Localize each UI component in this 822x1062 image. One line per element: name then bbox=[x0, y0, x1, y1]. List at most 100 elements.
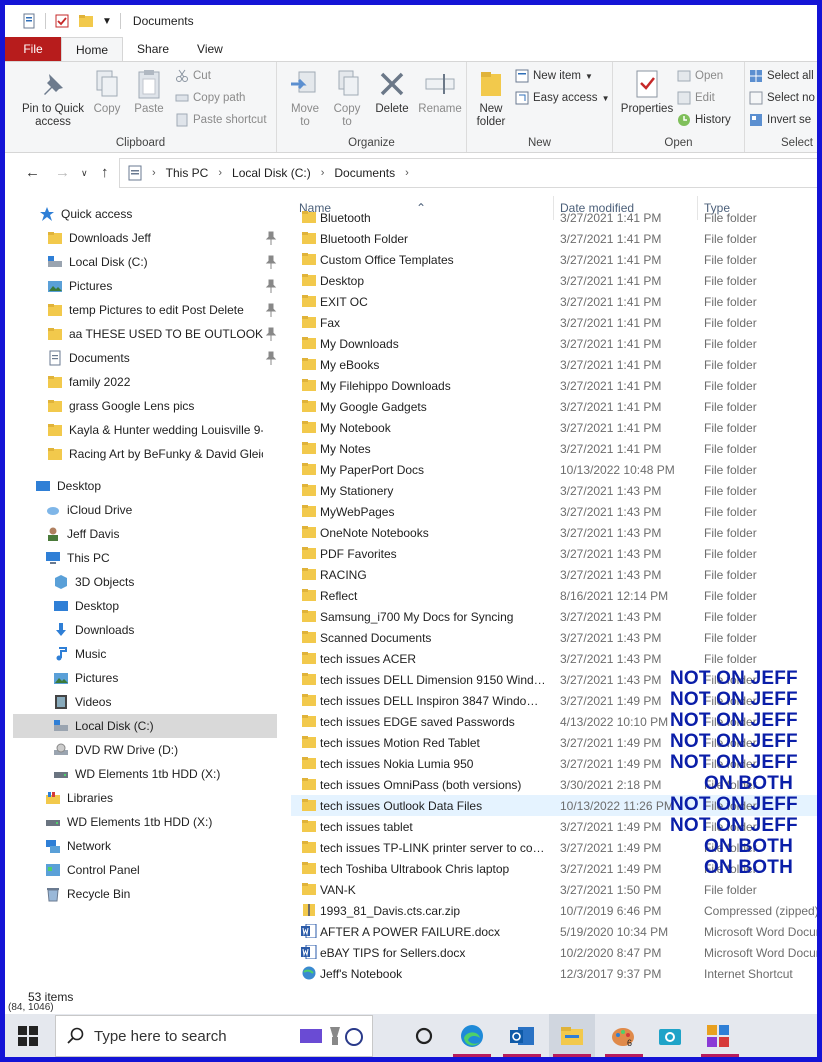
nav-item-wd-elements-1tb-hdd-x[interactable]: WD Elements 1tb HDD (X:) bbox=[53, 762, 281, 786]
copy-button[interactable]: Copy bbox=[87, 68, 127, 116]
file-row[interactable]: Desktop 3/27/2021 1:41 PM File folder bbox=[291, 270, 817, 291]
file-row[interactable]: Reflect 8/16/2021 12:14 PM File folder bbox=[291, 585, 817, 606]
file-row[interactable]: EXIT OC 3/27/2021 1:41 PM File folder bbox=[291, 291, 817, 312]
nav-item-dvd-rw-drive-d[interactable]: DVD RW Drive (D:) bbox=[53, 738, 281, 762]
qa-dropdown-icon[interactable]: ▼ bbox=[102, 16, 112, 27]
outlook-icon[interactable] bbox=[509, 1023, 535, 1049]
new-item-button[interactable]: New item ▼ bbox=[515, 69, 593, 83]
file-row[interactable]: Scanned Documents 3/27/2021 1:43 PM File f… bbox=[291, 627, 817, 648]
nav-item-icloud-drive[interactable]: iCloud Drive bbox=[45, 498, 281, 522]
pin-icon[interactable] bbox=[265, 327, 277, 341]
pin-icon[interactable] bbox=[265, 255, 277, 269]
task-view-icon[interactable] bbox=[411, 1023, 437, 1049]
nav-item-local-disk-c[interactable]: Local Disk (C:) bbox=[13, 714, 277, 738]
edit-button[interactable]: Edit bbox=[677, 91, 715, 105]
tab-file[interactable]: File bbox=[5, 37, 61, 61]
puzzle-app-icon[interactable] bbox=[705, 1023, 731, 1049]
nav-item-grass-google-lens-pics[interactable]: grass Google Lens pics bbox=[47, 394, 281, 418]
nav-desktop-root[interactable]: Desktop bbox=[35, 474, 279, 498]
nav-item-wd-elements-1tb-hdd-x[interactable]: WD Elements 1tb HDD (X:) bbox=[45, 810, 281, 834]
easy-access-button[interactable]: Easy access ▼ bbox=[515, 91, 609, 105]
file-row[interactable]: My Notebook 3/27/2021 1:41 PM File folder bbox=[291, 417, 817, 438]
checkmark-icon[interactable] bbox=[54, 13, 70, 29]
pin-icon[interactable] bbox=[265, 351, 277, 365]
properties-button[interactable]: Properties bbox=[619, 68, 675, 116]
edge-browser-icon[interactable] bbox=[459, 1023, 485, 1049]
nav-quick-access[interactable]: Quick access bbox=[39, 202, 279, 226]
file-row[interactable]: My Stationery 3/27/2021 1:43 PM File folde… bbox=[291, 480, 817, 501]
file-row[interactable]: My Downloads 3/27/2021 1:41 PM File folder bbox=[291, 333, 817, 354]
file-explorer-icon[interactable] bbox=[559, 1023, 585, 1049]
file-row[interactable]: eBAY TIPS for Sellers.docx 10/2/2020 8:47… bbox=[291, 942, 817, 963]
file-row[interactable]: tech issues ACER 3/27/2021 1:43 PM File fo… bbox=[291, 648, 817, 669]
nav-item-aa-these-used-to-be-outlook-tasks[interactable]: aa THESE USED TO BE OUTLOOK TASKS bbox=[47, 322, 281, 346]
nav-item-downloads-jeff[interactable]: Downloads Jeff bbox=[47, 226, 281, 250]
move-to-button[interactable]: Move to bbox=[285, 68, 325, 129]
file-row[interactable]: Samsung_i700 My Docs for Syncing 3/27/202… bbox=[291, 606, 817, 627]
file-row[interactable]: Jeff's Notebook 12/3/2017 9:37 PM Internet… bbox=[291, 963, 817, 984]
file-row[interactable]: Bluetooth 3/27/2021 1:41 PM File folder bbox=[291, 207, 817, 228]
pin-quick-access-button[interactable]: Pin to Quick access bbox=[15, 68, 91, 129]
select-all-button[interactable]: Select all bbox=[749, 69, 814, 83]
nav-item-videos[interactable]: Videos bbox=[53, 690, 281, 714]
file-row[interactable]: My Notes 3/27/2021 1:41 PM File folder bbox=[291, 438, 817, 459]
paste-shortcut-button[interactable]: Paste shortcut bbox=[175, 113, 267, 127]
file-row[interactable]: Custom Office Templates 3/27/2021 1:41 PM… bbox=[291, 249, 817, 270]
file-row[interactable]: MyWebPages 3/27/2021 1:43 PM File folder bbox=[291, 501, 817, 522]
copy-path-button[interactable]: Copy path bbox=[175, 91, 245, 105]
breadcrumb-local-disk[interactable]: Local Disk (C:) bbox=[232, 166, 311, 180]
address-bar[interactable]: › This PC › Local Disk (C:) › Documents … bbox=[119, 158, 819, 188]
open-button[interactable]: Open bbox=[677, 69, 723, 83]
nav-item-temp-pictures-to-edit-post-delete[interactable]: temp Pictures to edit Post Delete bbox=[47, 298, 281, 322]
copy-to-button[interactable]: Copy to bbox=[327, 68, 367, 129]
nav-item-control-panel[interactable]: Control Panel bbox=[45, 858, 281, 882]
select-none-button[interactable]: Select no bbox=[749, 91, 815, 105]
new-folder-button[interactable]: New folder bbox=[471, 68, 511, 129]
delete-button[interactable]: Delete bbox=[369, 68, 415, 116]
nav-item-network[interactable]: Network bbox=[45, 834, 281, 858]
forward-arrow-icon[interactable]: → bbox=[55, 164, 70, 181]
nav-item-racing-art-by-befunky-david-gleich-8[interactable]: Racing Art by BeFunky & David Gleich 8 bbox=[47, 442, 281, 466]
file-row[interactable]: Fax 3/27/2021 1:41 PM File folder bbox=[291, 312, 817, 333]
nav-item-local-disk-c[interactable]: Local Disk (C:) bbox=[47, 250, 281, 274]
file-row[interactable]: My Google Gadgets 3/27/2021 1:41 PM File f… bbox=[291, 396, 817, 417]
windows-start-icon[interactable] bbox=[18, 1026, 38, 1046]
pin-icon[interactable] bbox=[265, 279, 277, 293]
back-arrow-icon[interactable]: ← bbox=[25, 164, 40, 181]
camera-icon[interactable] bbox=[657, 1023, 683, 1049]
file-row[interactable]: My PaperPort Docs 10/13/2022 10:48 PM File… bbox=[291, 459, 817, 480]
nav-item-music[interactable]: Music bbox=[53, 642, 281, 666]
file-row[interactable]: 1993_81_Davis.cts.car.zip 10/7/2019 6:46 … bbox=[291, 900, 817, 921]
history-button[interactable]: History bbox=[677, 113, 731, 127]
tab-view[interactable]: View bbox=[183, 37, 237, 61]
tab-home[interactable]: Home bbox=[61, 37, 124, 61]
nav-item-kayla-hunter-wedding-louisville-9-23-22[interactable]: Kayla & Hunter wedding Louisville 9-23-2… bbox=[47, 418, 281, 442]
paste-button[interactable]: Paste bbox=[129, 68, 169, 116]
pin-icon[interactable] bbox=[265, 303, 277, 317]
up-arrow-icon[interactable]: ↑ bbox=[101, 164, 109, 181]
taskbar-search-box[interactable]: Type here to search bbox=[55, 1015, 373, 1057]
file-row[interactable]: AFTER A POWER FAILURE.docx 5/19/2020 10:3… bbox=[291, 921, 817, 942]
nav-item-libraries[interactable]: Libraries bbox=[45, 786, 281, 810]
nav-item-3d-objects[interactable]: 3D Objects bbox=[53, 570, 281, 594]
properties-icon[interactable] bbox=[21, 13, 37, 29]
nav-item-jeff-davis[interactable]: Jeff Davis bbox=[45, 522, 281, 546]
nav-item-recycle-bin[interactable]: Recycle Bin bbox=[45, 882, 281, 906]
file-row[interactable]: OneNote Notebooks 3/27/2021 1:43 PM File f… bbox=[291, 522, 817, 543]
nav-item-family-2022[interactable]: family 2022 bbox=[47, 370, 281, 394]
paint-palette-icon[interactable] bbox=[610, 1023, 636, 1049]
file-row[interactable]: VAN-K 3/27/2021 1:50 PM File folder bbox=[291, 879, 817, 900]
tab-share[interactable]: Share bbox=[123, 37, 183, 61]
file-row[interactable]: My eBooks 3/27/2021 1:41 PM File folder bbox=[291, 354, 817, 375]
nav-item-downloads[interactable]: Downloads bbox=[53, 618, 281, 642]
invert-selection-button[interactable]: Invert se bbox=[749, 113, 811, 127]
file-row[interactable]: My Filehippo Downloads 3/27/2021 1:41 PM F… bbox=[291, 375, 817, 396]
breadcrumb-this-pc[interactable]: This PC bbox=[166, 166, 209, 180]
cut-button[interactable]: Cut bbox=[175, 69, 211, 83]
nav-item-desktop[interactable]: Desktop bbox=[53, 594, 281, 618]
breadcrumb-documents[interactable]: Documents bbox=[334, 166, 395, 180]
file-row[interactable]: PDF Favorites 3/27/2021 1:43 PM File folde… bbox=[291, 543, 817, 564]
nav-item-documents[interactable]: Documents bbox=[47, 346, 281, 370]
recent-locations-icon[interactable]: ∨ bbox=[81, 168, 88, 179]
nav-item-pictures[interactable]: Pictures bbox=[53, 666, 281, 690]
